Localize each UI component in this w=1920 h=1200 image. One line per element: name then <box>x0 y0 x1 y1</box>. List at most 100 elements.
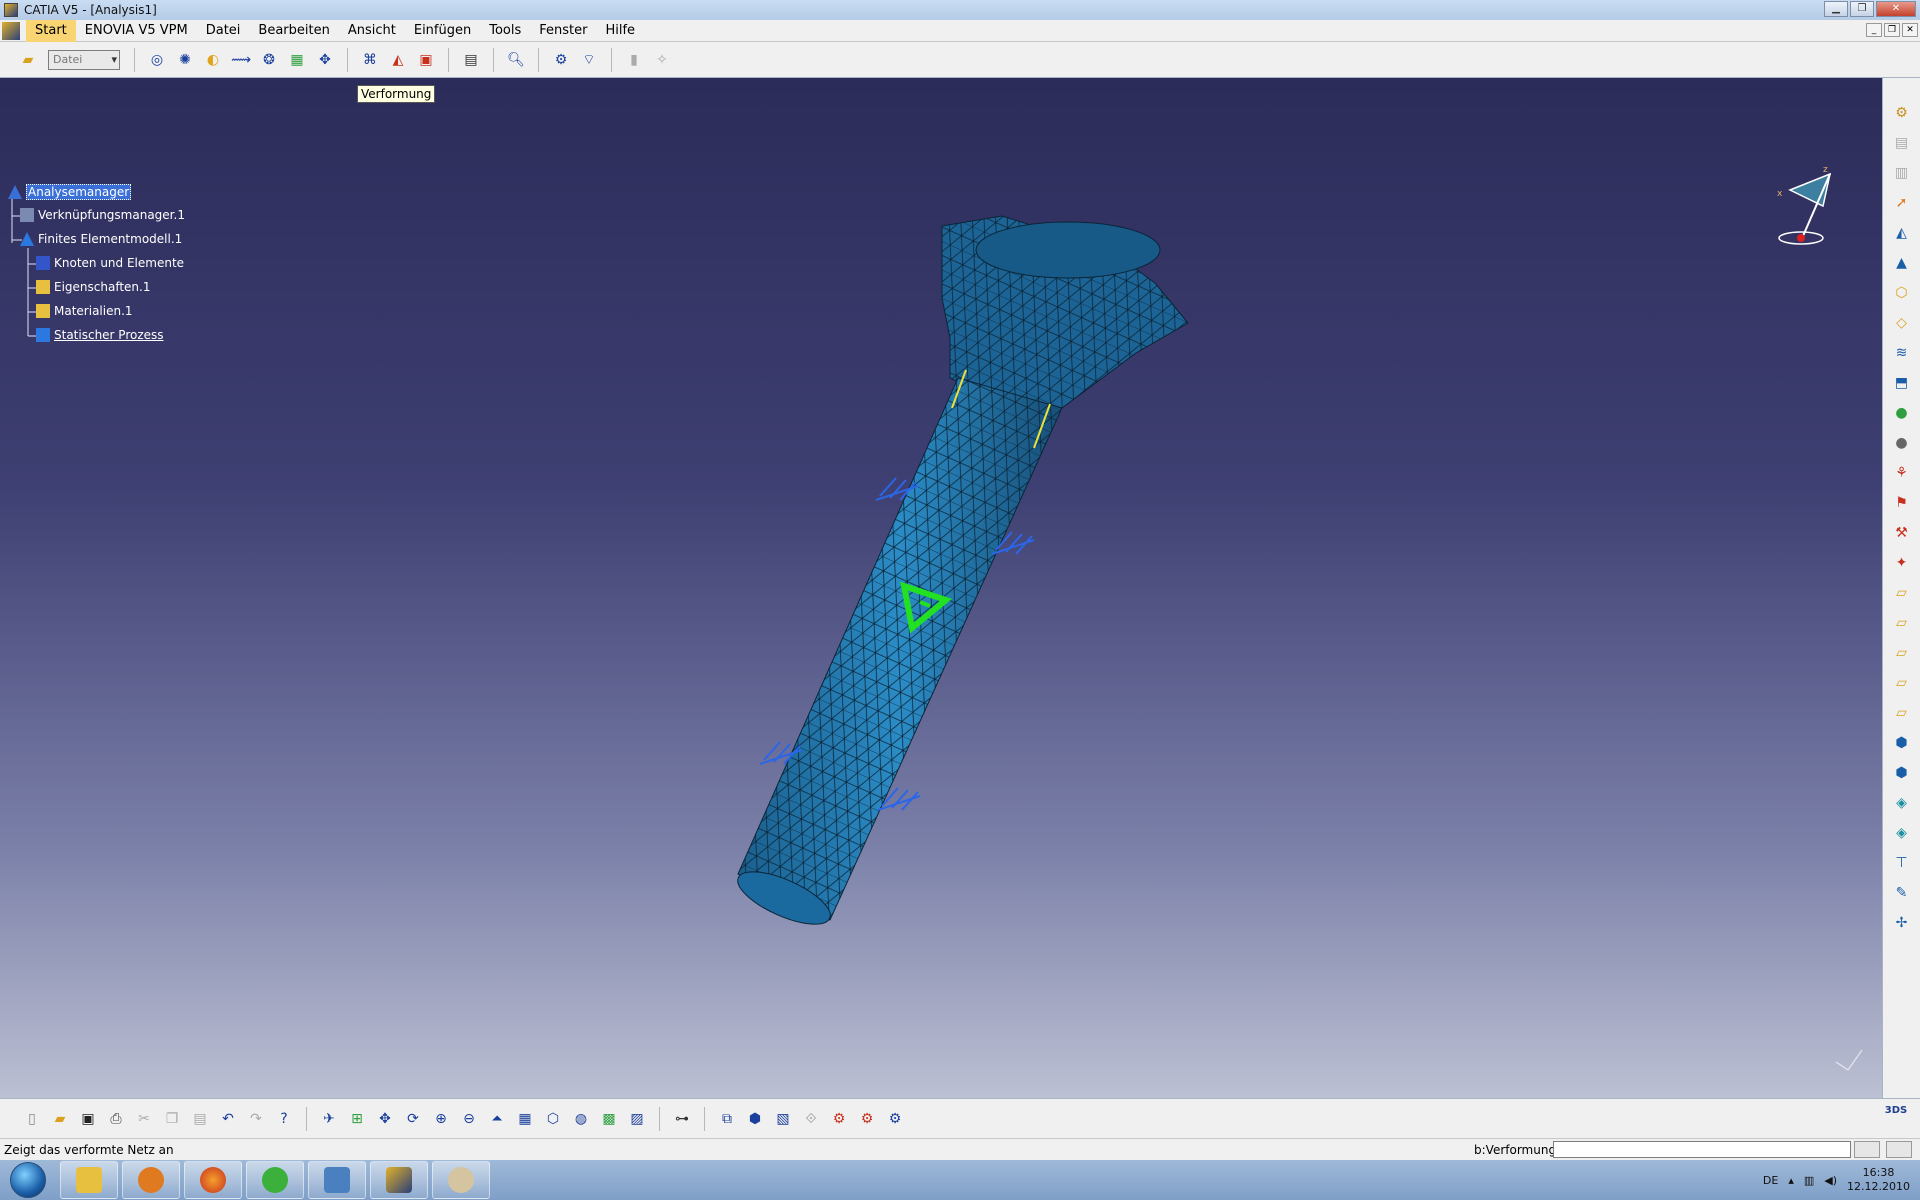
menu-tools[interactable]: Tools <box>480 20 530 42</box>
start-button[interactable] <box>10 1162 46 1198</box>
tree-root[interactable]: Analysemanager <box>8 184 132 200</box>
compute-box-icon[interactable]: ⬢ <box>1890 731 1914 755</box>
select-cursor-icon[interactable]: ➚ <box>1890 191 1914 215</box>
swap-space-icon[interactable]: ▨ <box>626 1108 648 1130</box>
tree-item-materials[interactable]: Materialien.1 <box>36 304 133 318</box>
axis-tool-icon[interactable]: ✢ <box>1890 911 1914 935</box>
menu-start[interactable]: Start <box>26 19 76 42</box>
taskbar-explorer[interactable] <box>60 1161 118 1199</box>
print-icon[interactable]: ⎙ <box>105 1108 127 1130</box>
line-force-icon[interactable]: ▱ <box>1890 701 1914 725</box>
adaptivity-icon[interactable]: ⌔ <box>578 49 600 71</box>
fly-mode-icon[interactable]: ✈ <box>318 1108 340 1130</box>
compute-tool-icon[interactable]: ⚙ <box>828 1108 850 1130</box>
menu-ansicht[interactable]: Ansicht <box>339 20 405 42</box>
open-folder-icon[interactable]: ▰ <box>17 49 39 71</box>
doc-restore-button[interactable]: ❐ <box>1884 23 1900 37</box>
shell-property-icon[interactable]: ◇ <box>1890 311 1914 335</box>
tree-item-nodes[interactable]: Knoten und Elemente <box>36 256 184 270</box>
zoom-out-icon[interactable]: ⊖ <box>458 1108 480 1130</box>
sphere-icon[interactable]: ● <box>1890 431 1914 455</box>
workbench-combo[interactable]: Datei <box>48 49 120 70</box>
tree-item-static-process[interactable]: Statischer Prozess <box>36 328 164 342</box>
menu-datei[interactable]: Datei <box>197 20 250 42</box>
tray-arrow-icon[interactable]: ▴ <box>1788 1174 1794 1187</box>
tree-root-label[interactable]: Analysemanager <box>26 184 132 200</box>
solution-2-icon[interactable]: ◈ <box>1890 821 1914 845</box>
group-icon[interactable]: ⧉ <box>716 1108 738 1130</box>
analysis-box-icon[interactable]: ⬢ <box>1890 761 1914 785</box>
maximize-button[interactable]: ❐ <box>1850 1 1874 17</box>
von-mises-icon[interactable]: ✺ <box>174 49 196 71</box>
taskbar-icq[interactable] <box>246 1161 304 1199</box>
fit-all-icon[interactable]: ⊞ <box>346 1108 368 1130</box>
taskbar-media-player[interactable] <box>122 1161 180 1199</box>
traffic-light-icon[interactable]: ● <box>1890 401 1914 425</box>
sensor-icon[interactable]: 🔍︎ <box>505 49 527 71</box>
precision-icon[interactable]: ❂ <box>258 49 280 71</box>
surface-slider-icon[interactable]: ⚑ <box>1890 491 1914 515</box>
displacement-icon[interactable]: ◐ <box>202 49 224 71</box>
iso-view-icon[interactable]: ⬡ <box>542 1108 564 1130</box>
bearing-load-icon[interactable]: ▱ <box>1890 671 1914 695</box>
open-file-icon[interactable]: ▰ <box>49 1108 71 1130</box>
cut-plane-icon[interactable]: ⌘ <box>359 49 381 71</box>
measure-icon[interactable]: ⟐ <box>800 1108 822 1130</box>
taskbar-catia[interactable] <box>370 1161 428 1199</box>
menu-enovia[interactable]: ENOVIA V5 VPM <box>76 20 197 42</box>
tree-item-link-manager[interactable]: Verknüpfungsmanager.1 <box>20 208 185 222</box>
tree-item-fem[interactable]: Finites Elementmodell.1 <box>20 232 182 246</box>
doc-close-button[interactable]: ✕ <box>1902 23 1918 37</box>
close-button[interactable]: ✕ <box>1876 1 1916 17</box>
pen-icon[interactable]: ✎ <box>1890 881 1914 905</box>
tree-structure-icon[interactable]: ⊶ <box>671 1108 693 1130</box>
menu-hilfe[interactable]: Hilfe <box>596 20 644 42</box>
settings-gear-icon[interactable]: ⚙ <box>1890 101 1914 125</box>
clamp-restraint-icon[interactable]: ⚘ <box>1890 461 1914 485</box>
report-icon[interactable]: ▤ <box>460 49 482 71</box>
volume-icon[interactable]: ◀) <box>1824 1174 1837 1187</box>
principal-stress-icon[interactable]: ⟿ <box>230 49 252 71</box>
status-button-1[interactable] <box>1854 1141 1880 1158</box>
box-property-icon[interactable]: ⬡ <box>1890 281 1914 305</box>
solution-icon[interactable]: ◈ <box>1890 791 1914 815</box>
advanced-restraint-icon[interactable]: ⚒ <box>1890 521 1914 545</box>
iso-static-icon[interactable]: ✦ <box>1890 551 1914 575</box>
material-icon[interactable]: ⬒ <box>1890 371 1914 395</box>
taskbar-paint[interactable] <box>432 1161 490 1199</box>
normal-view-icon[interactable]: ⏶ <box>486 1108 508 1130</box>
zoom-in-icon[interactable]: ⊕ <box>430 1108 452 1130</box>
mesh-model[interactable] <box>0 78 1882 1098</box>
network-icon[interactable]: ▥ <box>1804 1174 1814 1187</box>
doc-minimize-button[interactable]: _ <box>1866 23 1882 37</box>
sensor-tool-icon[interactable]: ⚙ <box>884 1108 906 1130</box>
pan-icon[interactable]: ✥ <box>374 1108 396 1130</box>
animate-icon[interactable]: ✥ <box>314 49 336 71</box>
layer-property-icon[interactable]: ≋ <box>1890 341 1914 365</box>
analysis-tool-icon[interactable]: ⚙ <box>856 1108 878 1130</box>
amplification-icon[interactable]: ◭ <box>387 49 409 71</box>
menu-fenster[interactable]: Fenster <box>530 20 596 42</box>
image-icon[interactable]: ▧ <box>772 1108 794 1130</box>
clock[interactable]: 16:38 12.12.2010 <box>1847 1166 1910 1194</box>
mesh-part-icon[interactable]: ◭ <box>1890 221 1914 245</box>
minimize-button[interactable]: ▁ <box>1824 1 1848 17</box>
compass-icon[interactable]: x z <box>1775 162 1845 252</box>
multi-view-icon[interactable]: ▦ <box>514 1108 536 1130</box>
status-button-2[interactable] <box>1886 1141 1912 1158</box>
command-input[interactable] <box>1553 1141 1851 1158</box>
menu-einfuegen[interactable]: Einfügen <box>405 20 480 42</box>
taskbar-photo-viewer[interactable] <box>308 1161 366 1199</box>
tree-item-properties[interactable]: Eigenschaften.1 <box>36 280 151 294</box>
compute-icon[interactable]: ⚙ <box>550 49 572 71</box>
extrema-icon[interactable]: ▣ <box>415 49 437 71</box>
3d-viewport[interactable]: x z <box>0 78 1882 1098</box>
connection-icon[interactable]: ⊤ <box>1890 851 1914 875</box>
shading-icon[interactable]: ◍ <box>570 1108 592 1130</box>
moment-icon[interactable]: ▱ <box>1890 641 1914 665</box>
pressure-icon[interactable]: ▱ <box>1890 581 1914 605</box>
menu-bearbeiten[interactable]: Bearbeiten <box>249 20 338 42</box>
octree-mesh-icon[interactable]: ▲ <box>1890 251 1914 275</box>
distributed-force-icon[interactable]: ▱ <box>1890 611 1914 635</box>
deformation-icon[interactable]: ◎ <box>146 49 168 71</box>
